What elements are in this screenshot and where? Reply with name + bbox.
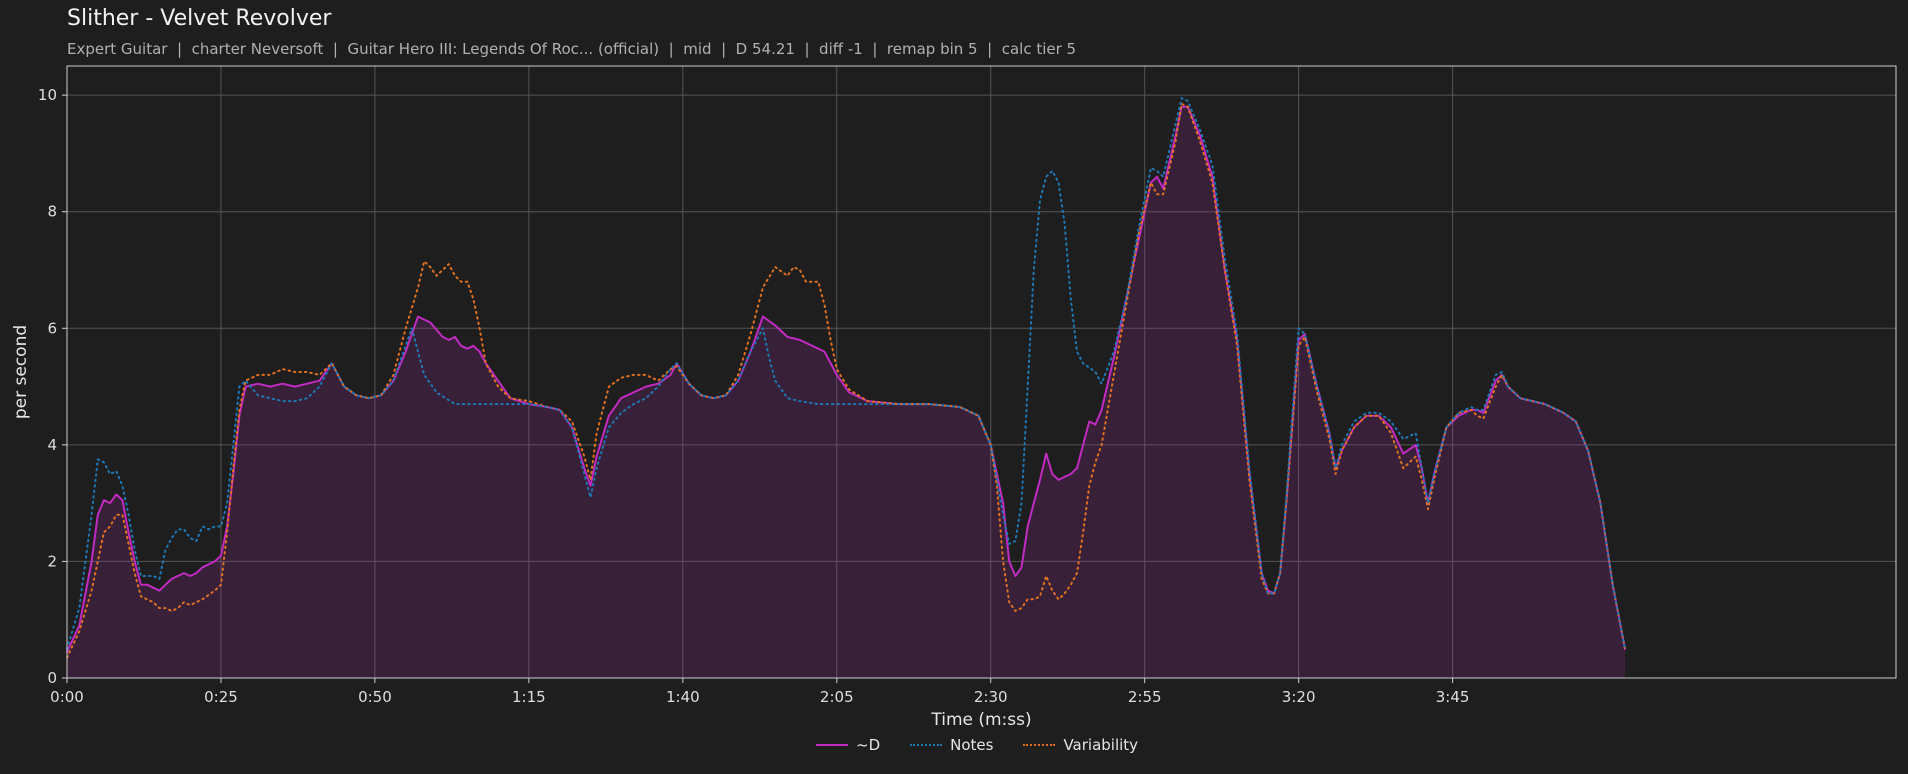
- x-tick-label: 0:00: [50, 688, 84, 706]
- x-tick-label: 2:05: [820, 688, 854, 706]
- y-tick-label: 6: [47, 319, 57, 337]
- x-tick-label: 2:30: [974, 688, 1008, 706]
- x-axis-label: Time (m:ss): [930, 710, 1031, 730]
- y-tick-label: 4: [47, 436, 57, 454]
- chart-area: 0:00 0:25 0:50 1:15 1:40 2:05 2:30 2:55 3:20 3:45…: [11, 65, 1897, 730]
- y-tick-label: 8: [47, 203, 57, 221]
- x-tick-label: 3:45: [1436, 688, 1470, 706]
- legend-swatch-d: [816, 744, 848, 746]
- y-tick-label: 10: [38, 86, 57, 104]
- x-tick-label: 2:55: [1128, 688, 1162, 706]
- legend-item-variability: Variability: [1023, 736, 1138, 754]
- legend-item-d: ~D: [816, 736, 880, 754]
- legend-swatch-variability: [1023, 744, 1056, 746]
- x-tick-label: 3:20: [1282, 688, 1316, 706]
- y-axis-label: per second: [11, 325, 31, 419]
- x-tick-label: 1:40: [666, 688, 700, 706]
- y-tick-label: 0: [47, 669, 57, 687]
- legend-swatch-notes: [910, 744, 943, 746]
- legend: ~D Notes Variability: [816, 736, 1138, 754]
- legend-label-d: ~D: [856, 736, 881, 754]
- x-tick-label: 0:25: [204, 688, 238, 706]
- legend-label-variability: Variability: [1063, 736, 1139, 754]
- x-tick-label: 0:50: [358, 688, 392, 706]
- x-tick-label: 1:15: [512, 688, 546, 706]
- y-tick-label: 2: [47, 552, 57, 570]
- legend-label-notes: Notes: [950, 736, 994, 754]
- series-fill-0: [67, 106, 1626, 679]
- fill-layer: [67, 106, 1626, 679]
- legend-item-notes: Notes: [910, 736, 993, 754]
